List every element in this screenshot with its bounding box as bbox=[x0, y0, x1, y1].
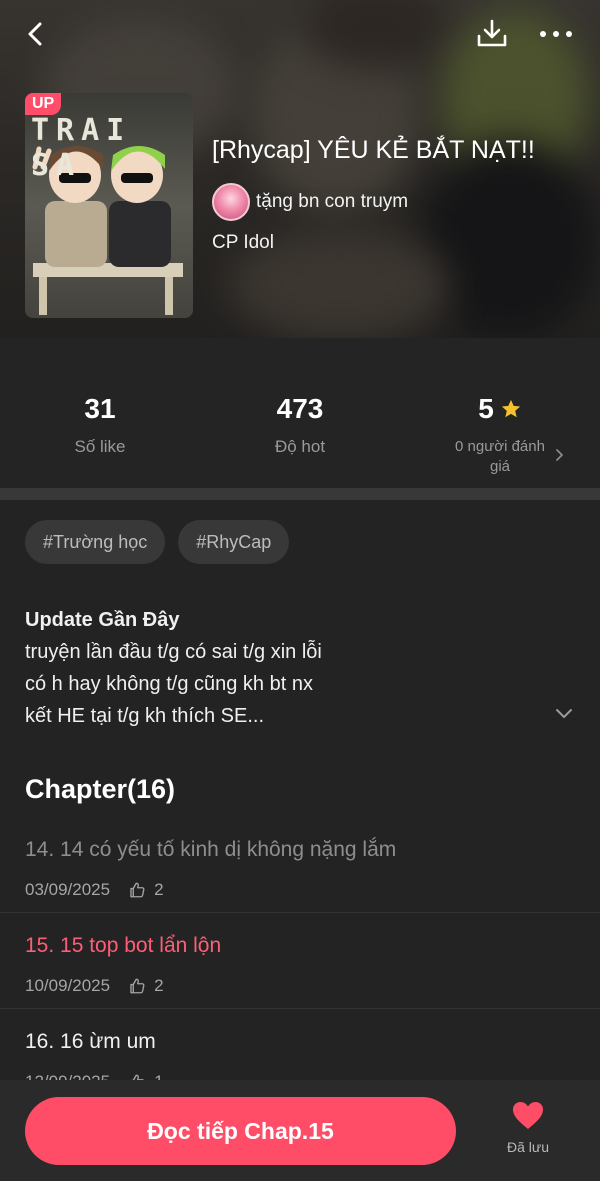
chapter-title: 16. 16 ừm um bbox=[25, 1030, 156, 1053]
rating-stat[interactable]: 5 0 người đánh giá bbox=[400, 393, 600, 477]
top-bar bbox=[0, 10, 600, 60]
cover-title: TRAI SA bbox=[31, 113, 132, 183]
tag-truong-hoc[interactable]: #Trường học bbox=[25, 520, 166, 564]
chevron-down-icon[interactable] bbox=[553, 702, 575, 724]
rating-value: 5 bbox=[478, 393, 494, 424]
hot-count: 473 bbox=[276, 393, 324, 424]
download-icon bbox=[477, 19, 507, 47]
more-icon bbox=[540, 31, 572, 37]
chapter-date: 03/09/2025 bbox=[25, 880, 111, 899]
rating-label: 0 người đánh giá bbox=[455, 438, 545, 475]
chevron-right-icon[interactable] bbox=[553, 445, 567, 465]
download-button[interactable] bbox=[474, 16, 510, 52]
description: Update Gần Đây truyện lần đầu t/g có sai… bbox=[25, 604, 545, 732]
row-divider bbox=[0, 1008, 600, 1009]
novel-title: [Rhycap] YÊU KẺ BẮT NẠT!! bbox=[212, 136, 535, 164]
likes-label: Số like bbox=[74, 437, 126, 456]
saved-label: Đã lưu bbox=[506, 1139, 550, 1155]
back-icon bbox=[28, 22, 42, 46]
back-button[interactable] bbox=[18, 16, 54, 52]
chapter-title: 15. 15 top bot lẩn lộn bbox=[25, 934, 222, 957]
section-divider bbox=[0, 488, 600, 500]
chapter-title: 14. 14 có yếu tố kinh dị không nặng lắm bbox=[25, 838, 397, 861]
hot-stat: 473 Độ hot bbox=[200, 393, 400, 457]
up-badge: UP bbox=[25, 93, 62, 115]
chapter-likes: 2 bbox=[154, 976, 164, 995]
star-icon bbox=[501, 399, 520, 418]
bottom-bar: Đọc tiếp Chap.15 Đã lưu bbox=[0, 1080, 600, 1181]
tag-list: #Trường học #RhyCap bbox=[25, 520, 290, 564]
chapter-row[interactable]: 15. 15 top bot lẩn lộn 10/09/2025 2 bbox=[0, 914, 600, 1010]
description-line: kết HE tại t/g kh thích SE... bbox=[25, 705, 264, 727]
stats-bar: 31 Số like 473 Độ hot 5 0 người đánh giá bbox=[0, 338, 600, 488]
heart-icon bbox=[513, 1102, 543, 1129]
likes-stat: 31 Số like bbox=[0, 393, 200, 457]
chapter-row[interactable]: 14. 14 có yếu tố kinh dị không nặng lắm … bbox=[0, 818, 600, 914]
chapter-date: 10/09/2025 bbox=[25, 976, 111, 995]
author-avatar bbox=[212, 183, 250, 221]
chapters-heading: Chapter(16) bbox=[25, 774, 176, 804]
novel-category: CP Idol bbox=[212, 232, 274, 253]
cover-image: UP TRAI SA bbox=[25, 93, 193, 318]
author-name: tặng bn con truym bbox=[256, 191, 409, 212]
continue-reading-button[interactable]: Đọc tiếp Chap.15 bbox=[25, 1097, 456, 1165]
saved-button[interactable]: Đã lưu bbox=[498, 1100, 558, 1155]
description-line: truyện lần đầu t/g có sai t/g xin lỗi bbox=[25, 641, 322, 663]
hot-label: Độ hot bbox=[274, 437, 326, 456]
author-link[interactable]: tặng bn con truym bbox=[212, 183, 408, 221]
row-divider bbox=[0, 912, 600, 913]
thumbs-up-icon bbox=[130, 882, 145, 898]
description-heading: Update Gần Đây bbox=[25, 609, 180, 631]
tag-rhycap[interactable]: #RhyCap bbox=[178, 520, 290, 564]
likes-count: 31 bbox=[84, 393, 116, 424]
thumbs-up-icon bbox=[130, 978, 145, 994]
more-options-button[interactable] bbox=[536, 16, 576, 52]
description-line: có h hay không t/g cũng kh bt nx bbox=[25, 673, 313, 695]
chapter-likes: 2 bbox=[154, 880, 164, 899]
